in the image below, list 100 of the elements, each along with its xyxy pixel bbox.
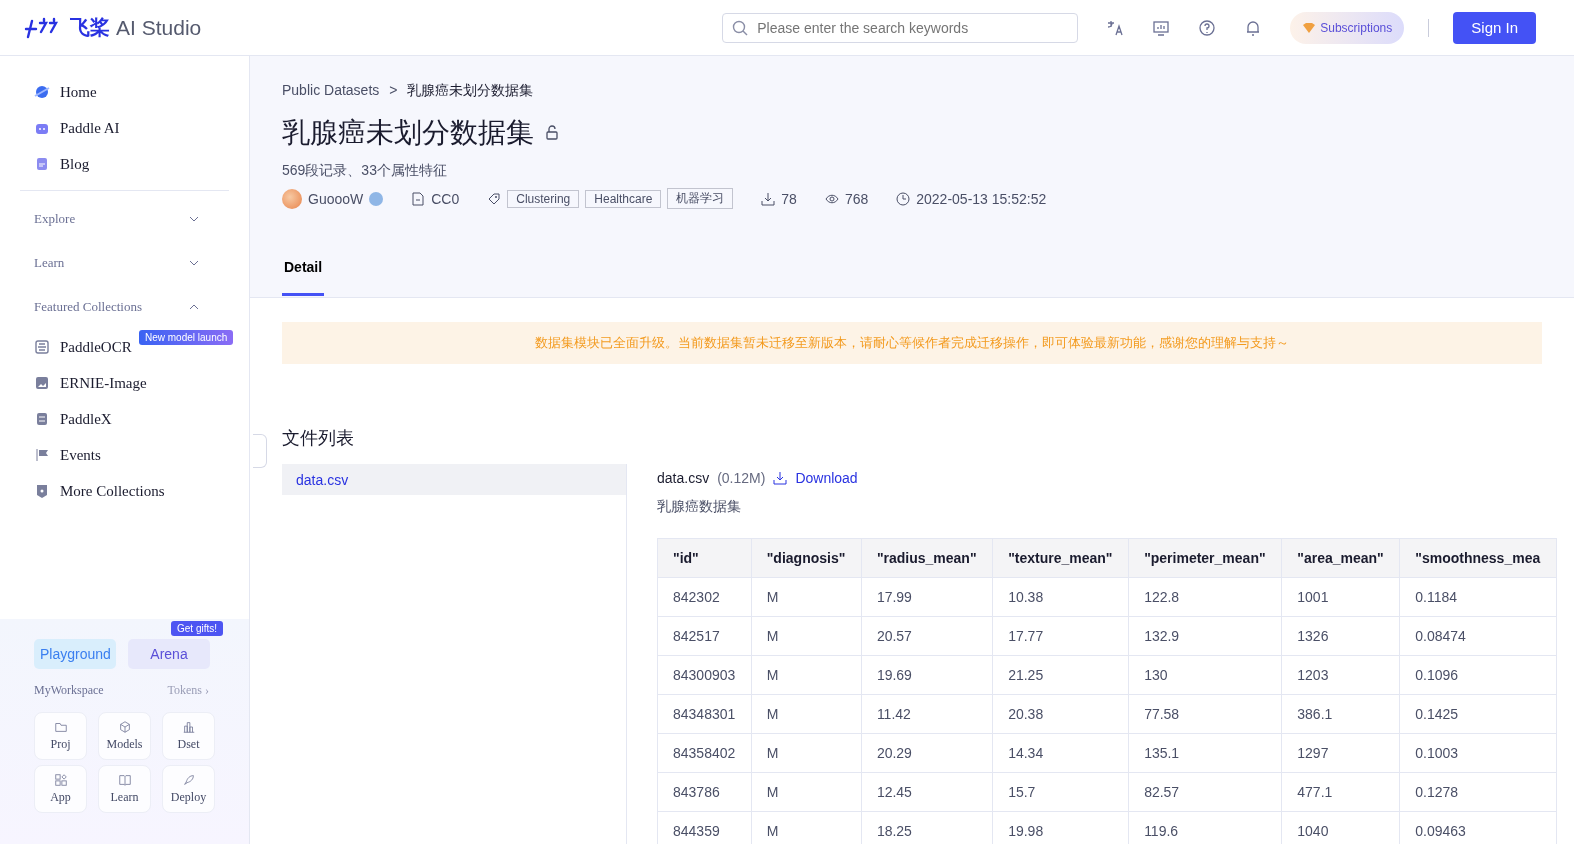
table-cell: 1326 (1281, 616, 1400, 656)
help-icon[interactable] (1198, 18, 1217, 37)
sidebar-item[interactable]: More Collections (20, 473, 229, 509)
nav-icon (34, 483, 50, 499)
monitor-icon[interactable] (1152, 18, 1171, 37)
logo-text: 飞桨 (70, 15, 110, 40)
breadcrumb-link[interactable]: Public Datasets (282, 82, 380, 100)
nav-icon (34, 339, 50, 355)
tool-icon (117, 773, 132, 787)
translate-icon[interactable] (1106, 18, 1125, 37)
table-cell: 0.1096 (1399, 655, 1557, 695)
table-cell: M (751, 616, 862, 656)
tab[interactable]: Detail (282, 259, 324, 296)
table-cell: 477.1 (1281, 772, 1400, 812)
sign-in-button[interactable]: Sign In (1453, 11, 1536, 44)
workspace-tool[interactable]: Models (98, 712, 151, 760)
table-cell: M (751, 655, 862, 695)
section-header[interactable]: Featured Collections (34, 299, 142, 315)
avatar (282, 188, 302, 209)
breadcrumb-current: 乳腺癌未划分数据集 (407, 82, 534, 100)
nav-icon (34, 84, 50, 100)
nav-icon (34, 375, 50, 391)
table-cell: 0.1184 (1399, 577, 1557, 617)
workspace-tool[interactable]: Deploy (162, 765, 215, 813)
table-cell: M (751, 577, 862, 617)
sidebar-item[interactable]: Paddle AI (20, 110, 229, 146)
table-cell: 20.57 (861, 616, 993, 656)
section-header[interactable]: Learn (34, 255, 65, 271)
nav-icon (34, 156, 50, 172)
download-icon (761, 191, 776, 206)
tool-icon (181, 720, 196, 734)
chevron-icon[interactable] (189, 302, 199, 312)
sidebar-item[interactable]: ERNIE-Image (20, 365, 229, 401)
file-name: data.csv (657, 470, 710, 486)
tool-icon (117, 720, 132, 734)
workspace-tool[interactable]: Proj (34, 712, 87, 760)
file-size: (0.12M) (717, 470, 766, 486)
tag-icon (487, 191, 502, 206)
workspace-label: MyWorkspace (34, 683, 104, 698)
dataset-title: 乳腺癌未划分数据集 (282, 116, 534, 150)
column-header: "area_mean" (1281, 538, 1400, 578)
workspace-tool[interactable]: App (34, 765, 87, 813)
table-cell: 12.45 (861, 772, 993, 812)
table-cell: M (751, 694, 862, 734)
sidebar-item[interactable]: Home (20, 74, 229, 110)
search-field[interactable]: Please enter the search keywords (722, 12, 1079, 43)
download-link[interactable]: Download (795, 470, 858, 486)
table-cell: 17.99 (861, 577, 993, 617)
table-cell: 10.38 (992, 577, 1129, 617)
file-item[interactable]: data.csv (282, 464, 626, 495)
table-cell: 130 (1128, 655, 1282, 695)
table-cell: 19.69 (861, 655, 993, 695)
author-name[interactable]: GuoooW (308, 190, 364, 207)
verified-icon (369, 191, 384, 206)
table-cell: 20.29 (861, 733, 993, 773)
table-cell: 84348301 (657, 694, 752, 734)
chevron-icon[interactable] (189, 258, 199, 268)
column-header: "texture_mean" (992, 538, 1129, 578)
arena-button[interactable]: Arena (128, 639, 210, 669)
table-cell: 135.1 (1128, 733, 1282, 773)
workspace-tool[interactable]: Dset (162, 712, 215, 760)
file-description: 乳腺癌数据集 (657, 498, 742, 516)
table-cell: 386.1 (1281, 694, 1400, 734)
gift-badge: Get gifts! (171, 621, 223, 636)
table-cell: 122.8 (1128, 577, 1282, 617)
unlock-icon (544, 125, 560, 141)
nav-icon (34, 447, 50, 463)
tool-icon (53, 720, 68, 734)
tag[interactable]: 机器学习 (667, 188, 734, 209)
column-header: "smoothness_mea (1399, 538, 1557, 578)
table-cell: M (751, 772, 862, 812)
clock-icon (896, 191, 911, 206)
sidebar-item[interactable]: Events (20, 437, 229, 473)
workspace-tool[interactable]: Learn (98, 765, 151, 813)
table-cell: 17.77 (992, 616, 1129, 656)
sidebar-item[interactable]: PaddleX (20, 401, 229, 437)
chevron-icon[interactable] (189, 214, 199, 224)
download-count: 78 (781, 190, 797, 207)
section-header[interactable]: Explore (34, 211, 76, 227)
table-cell: 0.1003 (1399, 733, 1557, 773)
new-badge: New model launch (139, 330, 234, 345)
tag[interactable]: Healthcare (585, 189, 662, 208)
table-cell: 0.08474 (1399, 616, 1557, 656)
column-header: "id" (657, 538, 752, 578)
table-cell: 84358402 (657, 733, 752, 773)
download-icon[interactable] (773, 471, 788, 485)
table-cell: 843786 (657, 772, 752, 812)
dataset-subtitle: 569段记录、33个属性特征 (282, 162, 448, 180)
table-cell: 21.25 (992, 655, 1129, 695)
collapse-handle[interactable] (253, 434, 267, 468)
table-cell: 842302 (657, 577, 752, 617)
subscriptions-button[interactable]: Subscriptions (1290, 11, 1405, 44)
notice-banner: 数据集模块已全面升级。当前数据集暂未迁移至新版本，请耐心等候作者完成迁移操作，即可体验最新功能，感谢您的理解与支持～ (282, 322, 1542, 364)
tag[interactable]: Clustering (507, 189, 580, 208)
sidebar-item[interactable]: Blog (20, 146, 229, 182)
table-cell: 0.1425 (1399, 694, 1557, 734)
table-cell: 82.57 (1128, 772, 1282, 812)
table-cell: 842517 (657, 616, 752, 656)
date-text: 2022-05-13 15:52:52 (916, 190, 1047, 207)
table-cell: 11.42 (861, 694, 993, 734)
